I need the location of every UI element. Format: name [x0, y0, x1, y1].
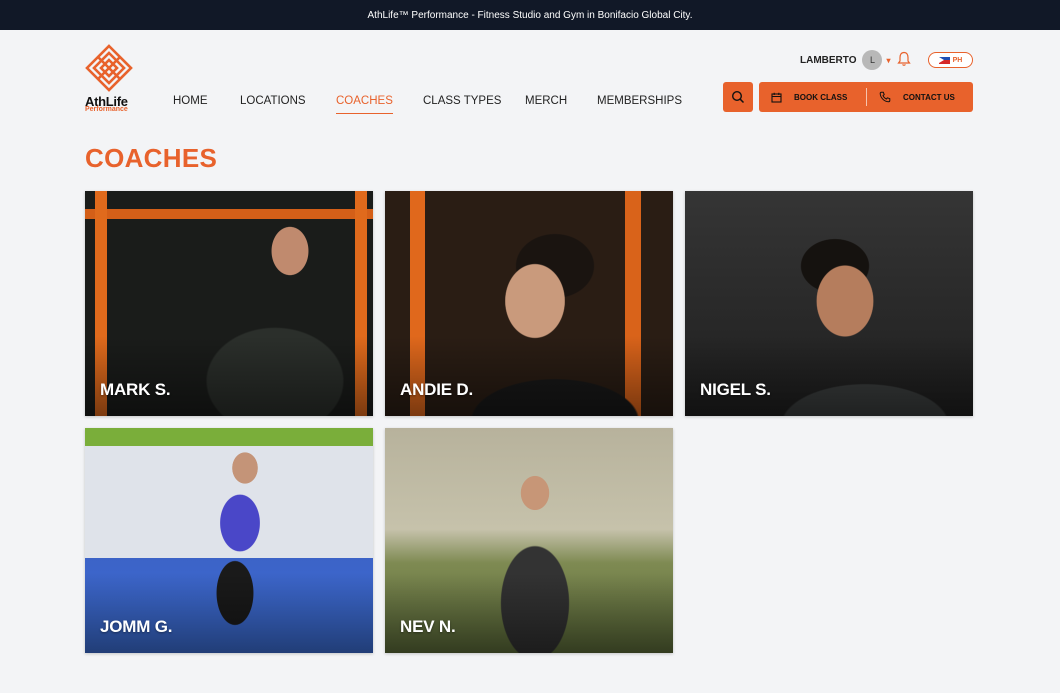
- photo-overlay: [685, 336, 973, 416]
- coach-name: ANDIE D.: [400, 380, 474, 399]
- nav-home[interactable]: HOME: [173, 95, 208, 107]
- coach-name: NIGEL S.: [700, 380, 771, 399]
- chevron-down-icon: ▾: [886, 55, 891, 65]
- logo-mark-icon: [85, 44, 133, 92]
- nav-memberships[interactable]: MEMBERSHIPS: [597, 95, 682, 107]
- book-class-button[interactable]: BOOK CLASS: [759, 82, 866, 112]
- calendar-icon: [771, 92, 782, 103]
- coach-card[interactable]: NIGEL S.: [685, 191, 973, 416]
- coach-card[interactable]: ANDIE D.: [385, 191, 673, 416]
- coach-name: MARK S.: [100, 380, 171, 399]
- photo-overlay: [385, 573, 673, 653]
- search-icon: [731, 90, 745, 104]
- nav-class-types[interactable]: CLASS TYPES: [423, 95, 501, 107]
- nav-coaches[interactable]: COACHES: [336, 95, 393, 114]
- athlife-logo[interactable]: AthLife Performance: [85, 44, 135, 114]
- coach-name: JOMM G.: [100, 617, 173, 636]
- announcement-text: AthLife™ Performance - Fitness Studio an…: [367, 9, 693, 21]
- ph-flag-icon: [938, 56, 950, 64]
- phone-icon: [879, 91, 891, 103]
- nav-locations[interactable]: LOCATIONS: [240, 95, 306, 107]
- book-class-label: BOOK CLASS: [794, 92, 848, 102]
- photo-overlay: [85, 336, 373, 416]
- coach-card[interactable]: JOMM G.: [85, 428, 373, 653]
- logo-subtitle: Performance: [85, 106, 128, 113]
- page-title: COACHES: [85, 143, 218, 173]
- announcement-bar: AthLife™ Performance - Fitness Studio an…: [0, 0, 1060, 30]
- coach-card[interactable]: NEV N.: [385, 428, 673, 653]
- search-button[interactable]: [723, 82, 753, 112]
- language-switcher[interactable]: PH: [928, 52, 973, 68]
- photo-overlay: [85, 573, 373, 653]
- avatar: L: [862, 50, 883, 70]
- coach-name: NEV N.: [400, 617, 456, 636]
- photo-overlay: [385, 336, 673, 416]
- action-buttons: BOOK CLASS CONTACT US: [759, 82, 973, 112]
- contact-us-button[interactable]: CONTACT US: [867, 82, 955, 112]
- nav-merch[interactable]: MERCH: [525, 95, 567, 107]
- user-name: LAMBERTO: [800, 54, 857, 66]
- user-menu[interactable]: LAMBERTO L ▾: [800, 50, 891, 70]
- language-label: PH: [952, 56, 963, 64]
- coach-card[interactable]: MARK S.: [85, 191, 373, 416]
- contact-us-label: CONTACT US: [903, 92, 955, 102]
- bell-icon[interactable]: [896, 51, 912, 67]
